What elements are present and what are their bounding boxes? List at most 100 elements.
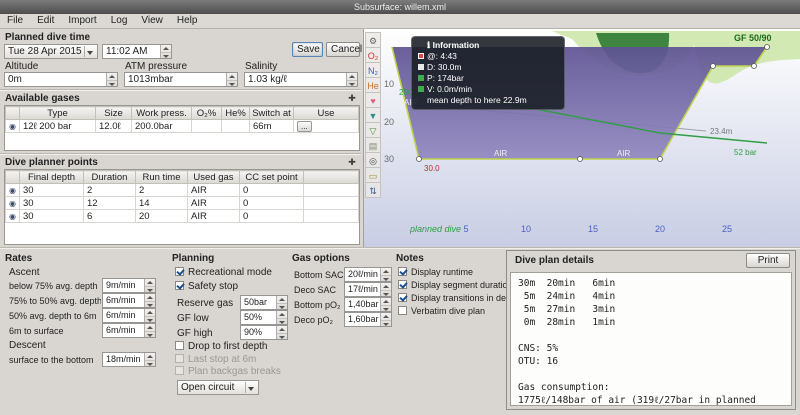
dive-date-combo[interactable]: Tue 28 Apr 2015 (4, 44, 98, 59)
point-col-used-gas[interactable]: Used gas (188, 171, 240, 184)
spinner-arrows-icon[interactable] (380, 313, 391, 326)
ruler-icon[interactable]: ▭ (365, 167, 381, 183)
tissues-icon[interactable]: ▤ (365, 137, 381, 153)
display-transitions-checkbox[interactable] (398, 293, 407, 302)
point-col-final-depth[interactable]: Final depth (20, 171, 84, 184)
deco-po2-spinner[interactable]: 1,60bar (344, 312, 392, 327)
display-runtime-checkbox[interactable] (398, 267, 407, 276)
used-gas-cell[interactable]: AIR (188, 184, 240, 197)
gas-type-cell[interactable]: 12ℓ 200 bar (20, 120, 96, 133)
drop-to-first-depth-checkbox[interactable] (175, 341, 184, 350)
safety-stop-checkbox[interactable] (175, 281, 184, 290)
gas-col-switch-at[interactable]: Switch at (250, 107, 294, 120)
cc-set-point-cell[interactable]: 0 (240, 210, 304, 223)
spinner-arrows-icon[interactable] (380, 268, 391, 281)
gf-low-spinner[interactable]: 50% (240, 310, 288, 325)
gas-col-use[interactable]: Use (294, 107, 359, 120)
gas-he-cell[interactable] (222, 120, 250, 133)
recreational-mode-checkbox[interactable] (175, 267, 184, 276)
gf-high-spinner[interactable]: 90% (240, 325, 288, 340)
scale-icon[interactable]: ⇅ (365, 182, 381, 198)
gas-table-row[interactable]: ◉ 12ℓ 200 bar 12.0ℓ 200.0bar 66m ... (6, 120, 359, 133)
gas-switch-at-cell[interactable]: 66m (250, 120, 294, 133)
final-depth-cell[interactable]: 30 (20, 197, 84, 210)
planner-point-row[interactable]: ◉ 30 2 2 AIR 0 (6, 184, 359, 197)
spinner-arrows-icon[interactable] (380, 283, 391, 296)
run-time-cell[interactable]: 14 (136, 197, 188, 210)
spinner-arrows-icon[interactable] (144, 294, 155, 307)
atm-pressure-field[interactable]: 1013mbar (124, 72, 238, 87)
spinner-arrows-icon[interactable] (160, 45, 171, 58)
bottom-po2-spinner[interactable]: 1,40bar (344, 297, 392, 312)
deco-sac-spinner[interactable]: 17ℓ/min (344, 282, 392, 297)
gas-col-o2[interactable]: O₂% (192, 107, 222, 120)
spinner-arrows-icon[interactable] (144, 309, 155, 322)
gas-col-size[interactable]: Size (96, 107, 132, 120)
spinner-arrows-icon[interactable] (276, 296, 287, 309)
gas-col-type[interactable]: Type (20, 107, 96, 120)
phe-graph-icon[interactable]: He (365, 77, 381, 93)
calc-ceiling-icon[interactable]: ▽ (365, 122, 381, 138)
used-gas-cell[interactable]: AIR (188, 210, 240, 223)
spinner-arrows-icon[interactable] (106, 73, 117, 86)
circuit-mode-dropdown[interactable]: Open circuit (177, 380, 259, 395)
duration-cell[interactable]: 6 (84, 210, 136, 223)
final-depth-cell[interactable]: 30 (20, 210, 84, 223)
delete-point-icon[interactable]: ◉ (9, 199, 16, 208)
reserve-gas-spinner[interactable]: 50bar (240, 295, 288, 310)
po2-graph-icon[interactable]: O₂ (365, 47, 381, 63)
delete-point-icon[interactable]: ◉ (9, 212, 16, 221)
spinner-arrows-icon[interactable] (276, 326, 287, 339)
ascent-rate-75-spinner[interactable]: 9m/min (102, 278, 156, 293)
run-time-cell[interactable]: 20 (136, 210, 188, 223)
heart-rate-icon[interactable]: ♥ (365, 92, 381, 108)
menu-import[interactable]: Import (61, 14, 103, 28)
planner-point-row[interactable]: ◉ 30 6 20 AIR 0 (6, 210, 359, 223)
descent-rate-spinner[interactable]: 18m/min (102, 352, 156, 367)
spinner-arrows-icon[interactable] (144, 353, 155, 366)
spinner-arrows-icon[interactable] (276, 311, 287, 324)
planner-point-row[interactable]: ◉ 30 12 14 AIR 0 (6, 197, 359, 210)
save-button[interactable]: Save (292, 42, 323, 57)
profile-waypoint-handle[interactable] (711, 64, 716, 69)
menu-help[interactable]: Help (170, 14, 205, 28)
gas-col-workpress[interactable]: Work press. (132, 107, 192, 120)
final-depth-cell[interactable]: 30 (20, 184, 84, 197)
delete-gas-icon[interactable]: ◉ (9, 122, 16, 131)
cancel-button[interactable]: Cancel (326, 42, 360, 57)
gas-workpress-cell[interactable]: 200.0bar (132, 120, 192, 133)
gas-use-cell[interactable]: ... (294, 120, 359, 133)
verbatim-dive-plan-checkbox[interactable] (398, 306, 407, 315)
bottom-sac-spinner[interactable]: 20ℓ/min (344, 267, 392, 282)
profile-waypoint-handle[interactable] (658, 157, 663, 162)
ascent-rate-50-spinner[interactable]: 6m/min (102, 293, 156, 308)
duration-cell[interactable]: 12 (84, 197, 136, 210)
salinity-field[interactable]: 1.03 kg/ℓ (244, 72, 358, 87)
ascent-rate-last6m-spinner[interactable]: 6m/min (102, 323, 156, 338)
profile-waypoint-handle[interactable] (765, 45, 770, 50)
cc-set-point-cell[interactable]: 0 (240, 184, 304, 197)
spinner-arrows-icon[interactable] (144, 279, 155, 292)
profile-waypoint-handle[interactable] (417, 157, 422, 162)
used-gas-cell[interactable]: AIR (188, 197, 240, 210)
print-button[interactable]: Print (746, 253, 790, 268)
menu-log[interactable]: Log (104, 14, 135, 28)
menu-view[interactable]: View (134, 14, 170, 28)
point-col-run-time[interactable]: Run time (136, 171, 188, 184)
run-time-cell[interactable]: 2 (136, 184, 188, 197)
delete-point-icon[interactable]: ◉ (9, 186, 16, 195)
point-col-cc-set-point[interactable]: CC set point (240, 171, 304, 184)
add-gas-button[interactable]: ✚ (346, 92, 358, 104)
add-planner-point-button[interactable]: ✚ (346, 156, 358, 168)
profile-waypoint-handle[interactable] (752, 64, 757, 69)
spinner-arrows-icon[interactable] (346, 73, 357, 86)
altitude-field[interactable]: 0m (4, 72, 118, 87)
graph-settings-icon[interactable]: ⚙ (365, 32, 381, 48)
profile-waypoint-handle[interactable] (578, 157, 583, 162)
gas-col-he[interactable]: He% (222, 107, 250, 120)
gas-o2-cell[interactable] (192, 120, 222, 133)
photos-icon[interactable]: ◎ (365, 152, 381, 168)
chevron-down-icon[interactable] (245, 382, 257, 393)
spinner-arrows-icon[interactable] (380, 298, 391, 311)
chevron-down-icon[interactable] (84, 46, 96, 57)
